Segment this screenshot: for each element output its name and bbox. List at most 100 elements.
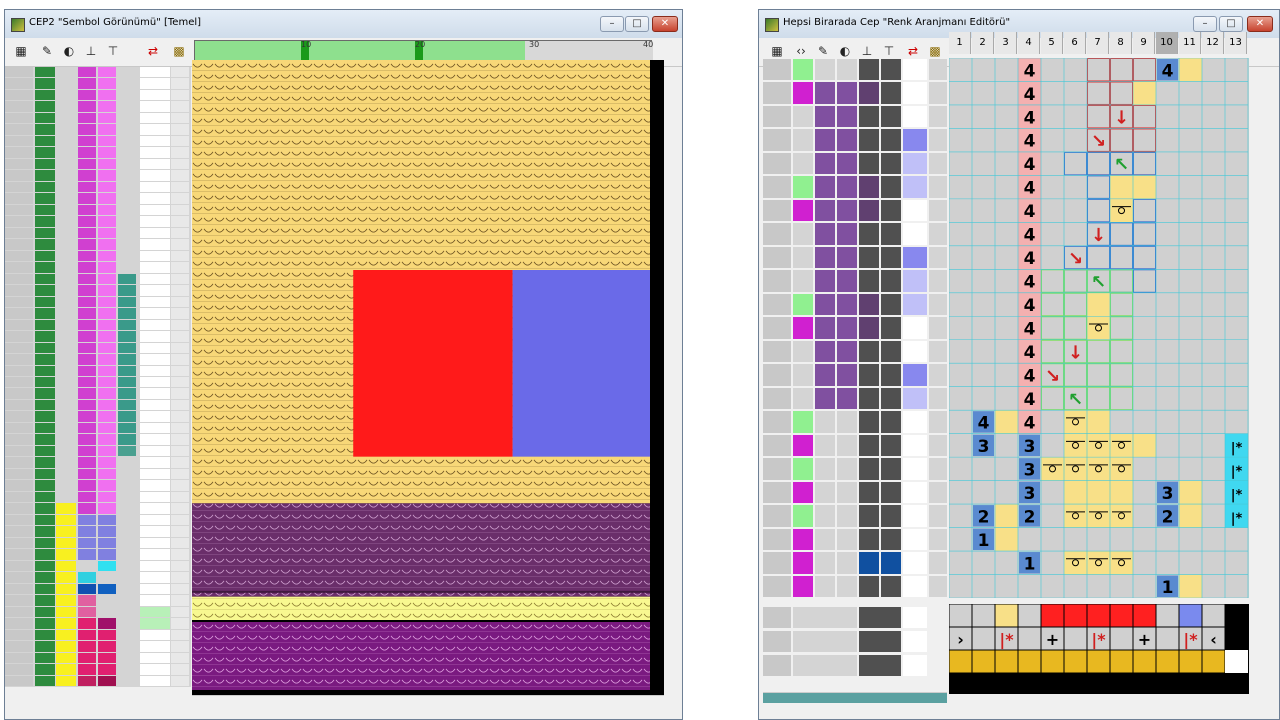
- row-color-b: [56, 67, 76, 78]
- column-header[interactable]: 7: [1087, 32, 1109, 54]
- column-header[interactable]: 13: [1225, 32, 1247, 54]
- needle-ruler[interactable]: 10 20 30 40: [194, 40, 653, 62]
- row-color-b: [56, 216, 76, 227]
- row-color-a: [815, 246, 835, 269]
- row-color-e: [118, 445, 136, 457]
- row-spacer: [171, 181, 189, 193]
- row-number: [5, 411, 33, 422]
- row-code: [903, 317, 927, 339]
- row-color-a: [815, 528, 835, 551]
- row-color-a: [35, 124, 55, 135]
- grid-view-icon[interactable]: ▦: [11, 40, 31, 62]
- column-header[interactable]: 10: [1156, 32, 1178, 54]
- column-header[interactable]: 3: [995, 32, 1017, 54]
- minimize-button[interactable]: –: [600, 16, 624, 32]
- column-header[interactable]: 9: [1133, 32, 1155, 54]
- knit-symbol-grid[interactable]: [192, 60, 664, 696]
- row-color-b: [837, 105, 857, 128]
- row-spacer: [171, 606, 189, 618]
- bottom-row-control-panel[interactable]: [763, 606, 947, 678]
- row-color-a: [35, 377, 55, 388]
- row-number: [763, 176, 791, 198]
- row-color-e: [118, 537, 136, 549]
- color-arrangement-window[interactable]: Hepsi Birarada Cep "Renk Aranjmanı Editö…: [758, 9, 1280, 720]
- row-spacer: [171, 78, 189, 89]
- row-color-c: [78, 434, 96, 445]
- maximize-button[interactable]: □: [625, 16, 649, 32]
- maximize-button[interactable]: □: [1219, 16, 1243, 32]
- row-code: [140, 273, 170, 285]
- bottom-grid-cell: [1064, 627, 1087, 650]
- row-code: [903, 105, 927, 128]
- row-code: [140, 89, 170, 101]
- row-color-d: [98, 239, 116, 250]
- column-header[interactable]: 4: [1018, 32, 1040, 54]
- row-color-a: [35, 67, 55, 78]
- row-spacer: [171, 526, 189, 537]
- row-control-panel[interactable]: [5, 67, 191, 687]
- row-color-b: [56, 537, 76, 549]
- row-code: [903, 411, 927, 433]
- row-color-e: [118, 135, 136, 147]
- grid-number: 1: [1024, 554, 1036, 574]
- bottom-grid-cell: [1133, 650, 1156, 673]
- row-color-e: [118, 595, 136, 606]
- row-number: [763, 411, 791, 433]
- row-spacer: [929, 364, 947, 386]
- row-color-e: [118, 193, 136, 204]
- row-spacer: [929, 387, 947, 410]
- needle-up-icon[interactable]: ⊥: [81, 40, 101, 62]
- minimize-button[interactable]: –: [1193, 16, 1217, 32]
- row-color-b: [56, 342, 76, 354]
- row-color-c: [78, 629, 96, 641]
- close-button[interactable]: ✕: [652, 16, 678, 32]
- pen-icon[interactable]: ✎: [37, 40, 57, 62]
- column-header[interactable]: 5: [1041, 32, 1063, 54]
- column-header[interactable]: 2: [972, 32, 994, 54]
- needle-down-icon[interactable]: ⊤: [103, 40, 123, 62]
- column-header[interactable]: 12: [1202, 32, 1224, 54]
- row-color-a: [35, 629, 55, 641]
- bottom-symbol: ‹: [1210, 630, 1217, 649]
- row-color-e: [118, 158, 136, 170]
- right-row-control-panel[interactable]: [763, 58, 947, 598]
- row-color-b: [837, 152, 857, 175]
- row-color-a: [35, 135, 55, 147]
- cell-yellow: [1087, 504, 1110, 528]
- row-color-d: [98, 618, 116, 629]
- row-color-b: [56, 354, 76, 365]
- row-number: [5, 89, 33, 101]
- row-code: [903, 246, 927, 269]
- row-color-c: [859, 340, 879, 363]
- row-color-d: [881, 575, 901, 597]
- horizontal-scrollbar[interactable]: [192, 695, 664, 712]
- row-code: [140, 457, 170, 468]
- row-color-a: [35, 491, 55, 503]
- row-code: [140, 583, 170, 595]
- bottom-arrangement-grid[interactable]: › |* + |* + |* ‹: [949, 604, 1249, 694]
- row-spacer: [171, 560, 189, 572]
- swap-icon[interactable]: ⇄: [143, 40, 163, 62]
- close-button[interactable]: ✕: [1247, 16, 1273, 32]
- cell-yellow: [1133, 175, 1156, 199]
- row-color-b: [56, 388, 76, 399]
- row-color-d: [98, 89, 116, 101]
- row-color-e: [118, 675, 136, 686]
- column-header[interactable]: 6: [1064, 32, 1086, 54]
- row-spacer: [171, 514, 189, 526]
- color-arrangement-grid[interactable]: 4 4 4 4 4 4 4 4 4 4 4 4 4 4 4 4 4 4 3 3 3 3 3 2 2 2 1 1 1 |* |* |* |* ↓ ↘ ↖…: [949, 58, 1249, 598]
- bottom-scrollbar[interactable]: [763, 692, 947, 703]
- pattern-icon[interactable]: ▩: [169, 40, 189, 62]
- left-title-bar[interactable]: CEP2 "Sembol Görünümü" [Temel] – □ ✕: [5, 10, 682, 39]
- row-spacer: [929, 434, 947, 457]
- symbol-view-window[interactable]: CEP2 "Sembol Görünümü" [Temel] – □ ✕ ▦ ✎…: [4, 9, 683, 720]
- row-color-e: [118, 227, 136, 239]
- row-color-c: [859, 59, 879, 81]
- column-header[interactable]: 1: [949, 32, 971, 54]
- row-color-d: [98, 101, 116, 112]
- column-header[interactable]: 8: [1110, 32, 1132, 54]
- cell-yellow: [1133, 433, 1156, 458]
- palette-icon[interactable]: ◐: [59, 40, 79, 62]
- row-code: [903, 458, 927, 480]
- column-header[interactable]: 11: [1179, 32, 1201, 54]
